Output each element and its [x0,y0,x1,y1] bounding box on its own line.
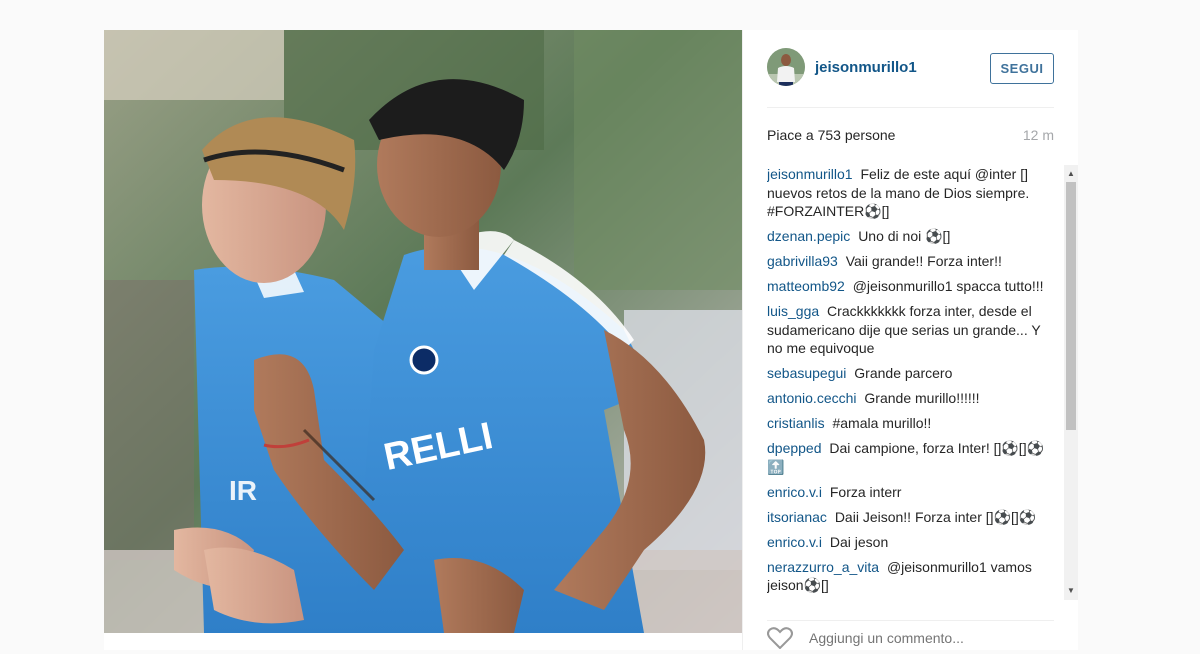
comment-username[interactable]: antonio.cecchi [767,390,857,406]
post-username[interactable]: jeisonmurillo1 [815,59,917,76]
comment-username[interactable]: enrico.v.i [767,484,822,500]
comment-text: Dai jeson [829,533,889,550]
comment-username[interactable]: jeisonmurillo1 [767,166,853,182]
post-time[interactable]: 12 m [1023,127,1054,143]
comments-scrollbar[interactable]: ▲ ▼ [1064,165,1078,600]
list-item: dzenan.pepic Uno di noi ⚽[] [767,227,1057,246]
list-item: jeisonmurillo1 Feliz de este aquí @inter… [767,165,1057,221]
list-item: antonio.cecchi Grande murillo!!!!!! [767,389,1057,408]
comment-text: Grande parcero [854,365,953,381]
comment-text: #amala murillo!! [832,415,932,431]
add-comment-bar [767,620,1054,651]
comment-username[interactable]: gabrivilla93 [767,253,838,269]
comment-text: Daii Jeison!! Forza inter []⚽[]⚽ [834,508,1037,525]
comment-username[interactable]: nerazzurro_a_vita [767,559,879,575]
list-item: nerazzurro_a_vita @jeisonmurillo1 vamos … [767,558,1057,595]
list-item: luis_gga Crackkkkkkk forza inter, desde … [767,302,1057,358]
comment-text: Uno di noi ⚽[] [858,228,951,244]
scroll-up-arrow[interactable]: ▲ [1064,167,1078,181]
post-sidebar: jeisonmurillo1 SEGUI Piace a 753 persone… [742,30,1078,650]
scroll-down-arrow[interactable]: ▼ [1064,584,1078,598]
likes-row: Piace a 753 persone 12 m [767,127,1054,147]
comment-username[interactable]: sebasupegui [767,365,846,381]
comment-username[interactable]: matteomb92 [767,278,845,294]
comment-text: @jeisonmurillo1 spacca tutto!!! [852,278,1044,294]
user-avatar[interactable] [767,48,805,86]
comment-text: Grande murillo!!!!!! [864,390,980,406]
comments-list: jeisonmurillo1 Feliz de este aquí @inter… [767,165,1057,600]
comment-text: Vaii grande!! Forza inter!! [845,253,1002,269]
post-card: IR RELLI jeisonmurillo1 SEGUI Piace a 75… [104,30,1078,650]
comment-username[interactable]: itsorianac [767,509,827,525]
comment-username[interactable]: dpepped [767,440,822,456]
list-item: gabrivilla93 Vaii grande!! Forza inter!! [767,252,1057,271]
list-item: sebasupegui Grande parcero [767,364,1057,383]
post-header: jeisonmurillo1 SEGUI [767,30,1054,108]
list-item: cristianlis #amala murillo!! [767,414,1057,433]
post-photo-illustration: IR RELLI [104,30,742,633]
list-item: dpepped Dai campione, forza Inter! []⚽[]… [767,439,1057,476]
list-item: itsorianac Daii Jeison!! Forza inter []⚽… [767,508,1057,527]
heart-icon[interactable] [767,627,793,650]
svg-text:IR: IR [229,475,257,506]
list-item: enrico.v.i Forza interr [767,483,1057,502]
list-item: matteomb92 @jeisonmurillo1 spacca tutto!… [767,277,1057,296]
comment-username[interactable]: luis_gga [767,303,819,319]
list-item: enrico.v.i Dai jeson [767,533,1057,552]
post-photo[interactable]: IR RELLI [104,30,742,633]
follow-button[interactable]: SEGUI [990,53,1054,84]
comment-username[interactable]: enrico.v.i [767,534,822,550]
scroll-thumb[interactable] [1066,182,1076,430]
comment-username[interactable]: cristianlis [767,415,825,431]
comment-username[interactable]: dzenan.pepic [767,228,850,244]
comment-input[interactable] [807,629,1051,647]
likes-count[interactable]: Piace a 753 persone [767,127,895,143]
comment-text: Forza interr [829,483,902,500]
heart-icon-shape [767,627,793,650]
avatar-image [767,48,805,86]
